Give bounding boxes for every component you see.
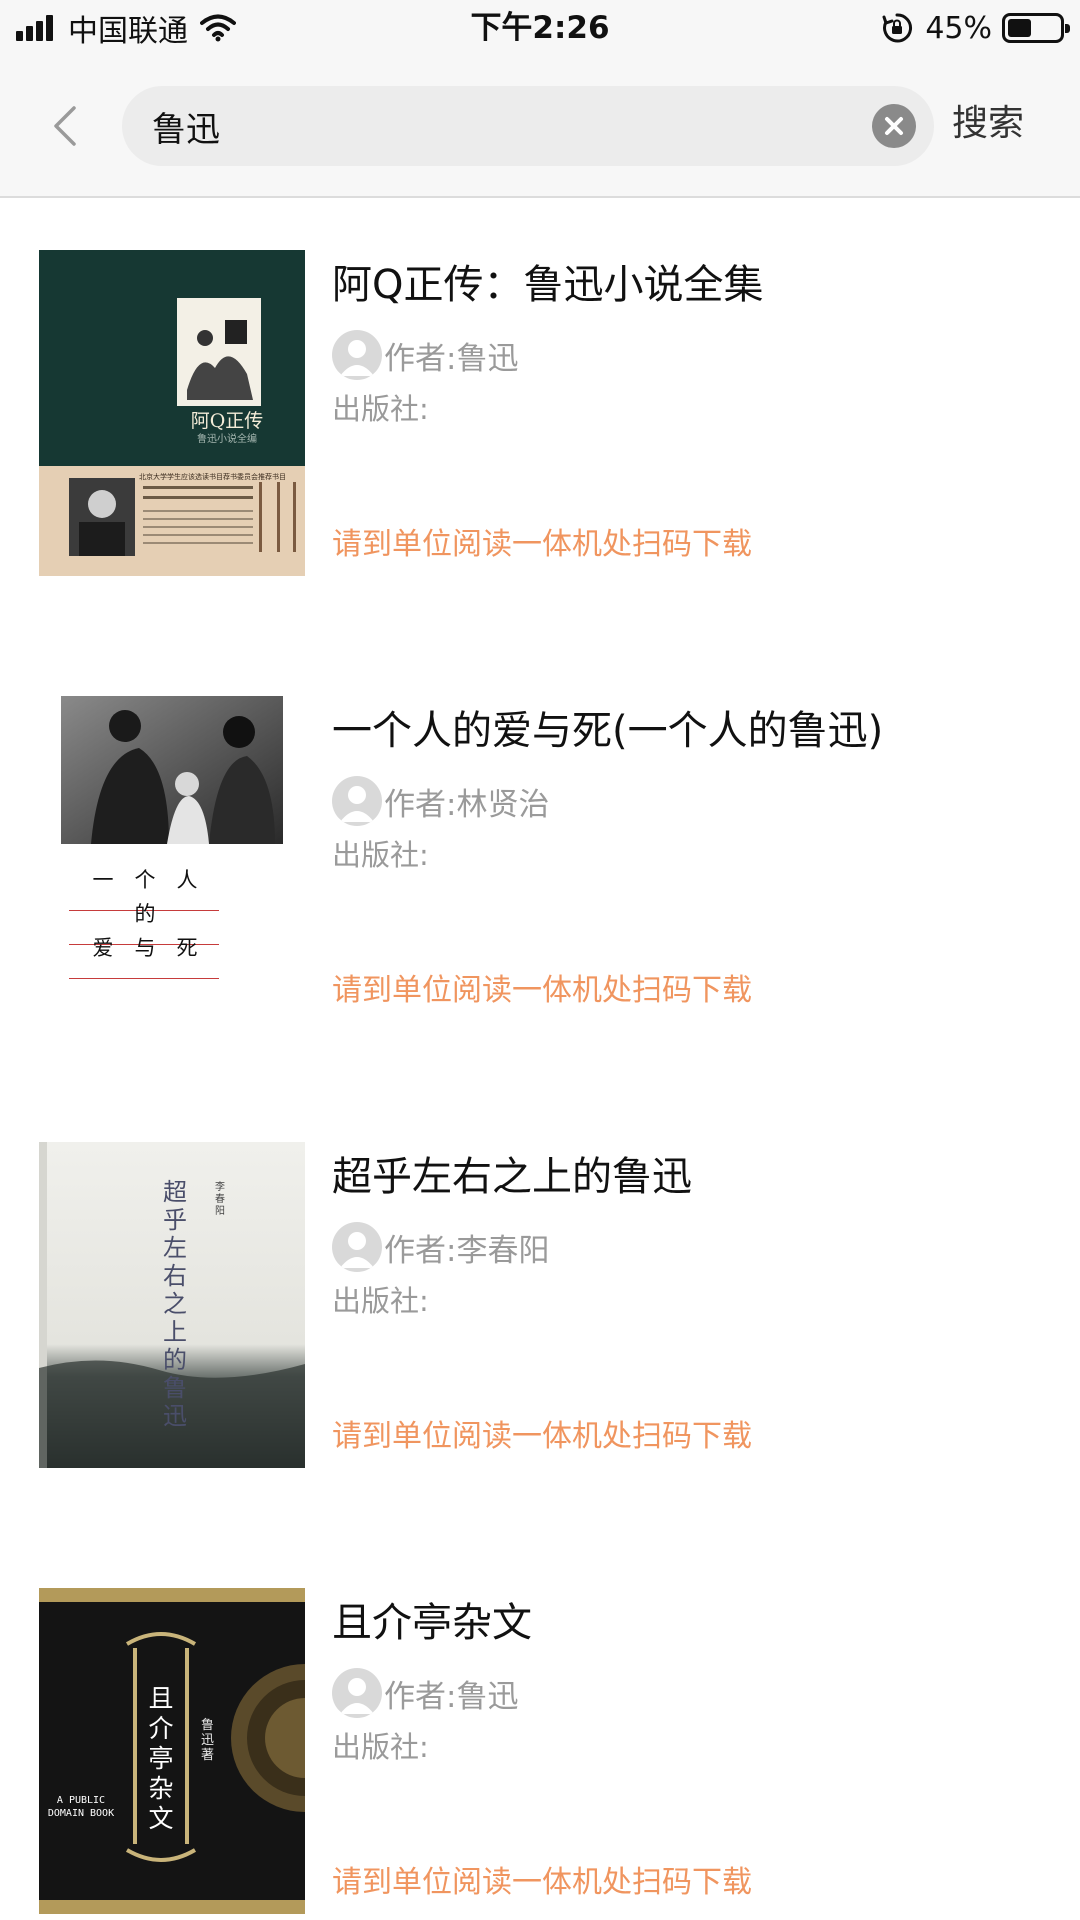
avatar-icon <box>332 330 382 380</box>
book-item[interactable]: 超乎左右之上的鲁迅 李春阳 超乎左右之上的鲁迅 作者:李春阳 出版社: 请到单位… <box>0 1090 1080 1510</box>
status-right: 45% <box>881 8 1070 48</box>
book-info: 阿Q正传：鲁迅小说全集 作者:鲁迅 出版社: 请到单位阅读一体机处扫码下载 <box>332 250 1052 576</box>
book-publisher: 出版社: <box>332 1284 429 1318</box>
book-author: 作者:李春阳 <box>384 1232 550 1269</box>
book-cover[interactable]: 阿Q正传 鲁迅小说全编 北京大学学生应该选读书目荐书委员会推荐书目 <box>39 250 305 576</box>
cover-author: 李春阳 <box>215 1182 225 1217</box>
cover-title: 阿Q正传 <box>190 410 264 432</box>
battery-level <box>1008 19 1031 37</box>
book-item[interactable]: 且介亭杂文 鲁迅著 A PUBLIC DOMAIN BOOK 且介亭杂文 作者:… <box>0 1536 1080 1920</box>
author-row: 作者:鲁迅 <box>332 330 518 380</box>
book-publisher: 出版社: <box>332 838 429 872</box>
download-notice: 请到单位阅读一体机处扫码下载 <box>332 1865 752 1900</box>
book-info: 且介亭杂文 作者:鲁迅 出版社: 请到单位阅读一体机处扫码下载 <box>332 1588 1052 1914</box>
book-cover[interactable]: 超乎左右之上的鲁迅 李春阳 <box>39 1142 305 1468</box>
cover-title: 超乎左右之上的鲁迅 <box>163 1178 187 1430</box>
book-title[interactable]: 且介亭杂文 <box>332 1588 532 1658</box>
book-cover[interactable]: 且介亭杂文 鲁迅著 A PUBLIC DOMAIN BOOK <box>39 1588 305 1914</box>
clear-circle-icon <box>885 117 903 135</box>
book-info: 一个人的爱与死(一个人的鲁迅) 作者:林贤治 出版社: 请到单位阅读一体机处扫码… <box>332 696 1052 1022</box>
orientation-lock-icon <box>882 13 913 43</box>
back-button[interactable] <box>40 96 90 156</box>
battery-percent: 45% <box>925 10 992 46</box>
clear-search-button[interactable] <box>872 104 916 148</box>
cover-line-3: 爱 与 死 <box>92 936 198 960</box>
search-button[interactable]: 搜索 <box>952 94 1024 154</box>
book-title[interactable]: 阿Q正传：鲁迅小说全集 <box>332 250 763 320</box>
status-bar: 中国联通 下午2:26 45% <box>0 0 1080 56</box>
search-input[interactable] <box>152 86 852 166</box>
book-author: 作者:鲁迅 <box>384 1678 519 1715</box>
battery-icon <box>1002 13 1070 43</box>
book-title[interactable]: 一个人的爱与死(一个人的鲁迅) <box>332 696 883 766</box>
cover-line-2: 的 <box>134 902 156 926</box>
book-author: 作者:林贤治 <box>384 786 550 823</box>
cover-line-1: 一 个 人 <box>92 868 198 892</box>
cover-tag: A PUBLIC DOMAIN BOOK <box>47 1795 115 1819</box>
cover-author: 鲁迅著 <box>201 1718 215 1763</box>
avatar-icon <box>332 1222 382 1272</box>
book-cover[interactable]: 一 个 人 的 爱 与 死 <box>39 696 305 1022</box>
cover-title: 且介亭杂文 <box>148 1684 174 1833</box>
cover-recommend: 北京大学学生应该选读书目荐书委员会推荐书目 <box>139 473 286 481</box>
book-title[interactable]: 超乎左右之上的鲁迅 <box>332 1142 692 1212</box>
avatar-icon <box>332 1668 382 1718</box>
download-notice: 请到单位阅读一体机处扫码下载 <box>332 527 752 562</box>
search-box <box>122 86 934 166</box>
book-publisher: 出版社: <box>332 1730 429 1764</box>
cover-image <box>39 696 305 1022</box>
book-item[interactable]: 阿Q正传 鲁迅小说全编 北京大学学生应该选读书目荐书委员会推荐书目 阿Q正传：鲁… <box>0 198 1080 618</box>
chevron-left-icon <box>54 106 76 146</box>
book-publisher: 出版社: <box>332 392 429 426</box>
author-row: 作者:李春阳 <box>332 1222 549 1272</box>
book-author: 作者:鲁迅 <box>384 340 519 377</box>
avatar-icon <box>332 776 382 826</box>
author-row: 作者:鲁迅 <box>332 1668 518 1718</box>
author-row: 作者:林贤治 <box>332 776 549 826</box>
cover-subtitle: 鲁迅小说全编 <box>197 434 257 445</box>
download-notice: 请到单位阅读一体机处扫码下载 <box>332 1419 752 1454</box>
book-info: 超乎左右之上的鲁迅 作者:李春阳 出版社: 请到单位阅读一体机处扫码下载 <box>332 1142 1052 1468</box>
download-notice: 请到单位阅读一体机处扫码下载 <box>332 973 752 1008</box>
book-item[interactable]: 一 个 人 的 爱 与 死 一个人的爱与死(一个人的鲁迅) 作者:林贤治 出版社… <box>0 644 1080 1064</box>
search-header: 搜索 <box>0 56 1080 198</box>
